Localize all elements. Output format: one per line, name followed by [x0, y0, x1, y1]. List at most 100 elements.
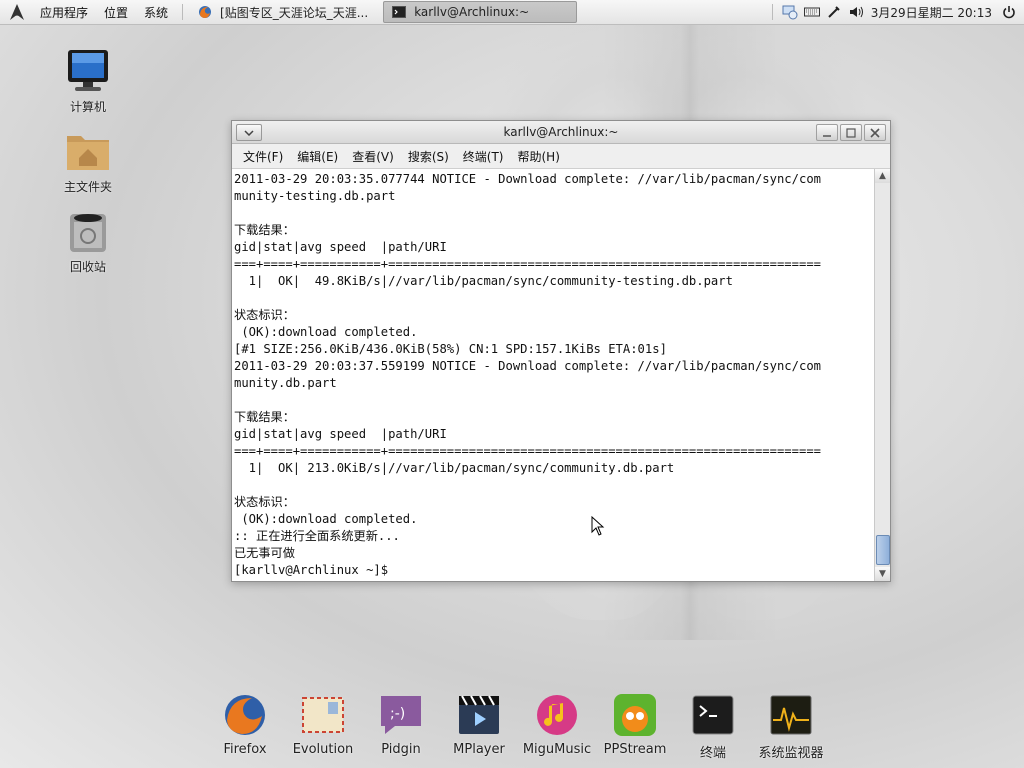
terminal-line: (OK):download completed.: [234, 512, 418, 526]
menu-file[interactable]: 文件(F): [236, 148, 290, 165]
terminal-line: 下载结果：: [234, 223, 295, 237]
minimize-icon: [823, 134, 831, 137]
panel-separator: [771, 4, 773, 20]
terminal-line: 状态标识：: [234, 308, 295, 322]
chevron-down-icon: [244, 129, 254, 136]
system-monitor-icon: [768, 692, 814, 738]
volume-icon[interactable]: [848, 4, 864, 20]
desktop-icon-computer[interactable]: 计算机: [48, 48, 128, 115]
terminal-line: 1| OK| 49.8KiB/s|//var/lib/pacman/sync/c…: [234, 274, 733, 288]
terminal-window[interactable]: karllv@Archlinux:~ 文件(F) 编辑(E) 查看(V) 搜索(…: [231, 120, 891, 582]
taskbar-item-firefox[interactable]: [贴图专区_天涯论坛_天涯...: [189, 1, 377, 23]
terminal-line: 1| OK| 213.0KiB/s|//var/lib/pacman/sync/…: [234, 461, 675, 475]
power-icon[interactable]: [1001, 4, 1017, 20]
dock-item-pidgin[interactable]: ;-) Pidgin: [362, 690, 440, 757]
mouse-cursor-icon: [591, 516, 605, 536]
menu-system[interactable]: 系统: [136, 4, 176, 21]
terminal-icon: [690, 692, 736, 738]
terminal-line: [karllv@Archlinux ~]$: [234, 563, 389, 577]
taskbar-item-terminal[interactable]: karllv@Archlinux:~: [383, 1, 578, 23]
terminal-line: :: 正在进行全面系统更新...: [234, 529, 400, 543]
window-titlebar[interactable]: karllv@Archlinux:~: [232, 121, 890, 144]
maximize-icon: [846, 127, 856, 138]
menu-search[interactable]: 搜索(S): [401, 148, 456, 165]
dock-item-label: Pidgin: [381, 742, 421, 757]
window-title: karllv@Archlinux:~: [503, 125, 619, 139]
dock-item-label: 系统监视器: [758, 746, 824, 761]
top-panel: 应用程序 位置 系统 [贴图专区_天涯论坛_天涯... karllv@Archl…: [0, 0, 1024, 25]
terminal-scrollbar[interactable]: ▲ ▼: [874, 169, 890, 581]
dock-item-ppstream[interactable]: PPStream: [596, 690, 674, 757]
mplayer-icon: [456, 692, 502, 738]
terminal-line: gid|stat|avg speed |path/URI: [234, 427, 447, 441]
close-icon: [870, 127, 880, 138]
dock: Firefox Evolution ;-) Pidgin MPlayer Mig…: [205, 690, 835, 761]
terminal-line: ===+====+===========+===================…: [234, 444, 821, 458]
desktop-icon-label: 回收站: [69, 260, 106, 274]
terminal-icon: [392, 6, 407, 18]
desktop-icon-home[interactable]: 主文件夹: [48, 128, 128, 195]
desktop-icon-trash[interactable]: 回收站: [48, 208, 128, 275]
terminal-menubar: 文件(F) 编辑(E) 查看(V) 搜索(S) 终端(T) 帮助(H): [232, 144, 890, 169]
menu-places[interactable]: 位置: [96, 4, 136, 21]
arch-logo-icon[interactable]: [8, 3, 26, 21]
evolution-icon: [300, 692, 346, 738]
dock-item-system-monitor[interactable]: 系统监视器: [752, 690, 830, 761]
terminal-lines: 2011-03-29 20:03:35.077744 NOTICE - Down…: [232, 169, 874, 579]
terminal-line: 2011-03-29 20:03:37.559199 NOTICE - Down…: [234, 359, 821, 373]
dock-item-mplayer[interactable]: MPlayer: [440, 690, 518, 757]
terminal-output[interactable]: 2011-03-29 20:03:35.077744 NOTICE - Down…: [232, 169, 874, 581]
menu-help[interactable]: 帮助(H): [511, 148, 567, 165]
dock-item-label: Firefox: [223, 742, 267, 757]
minimize-button[interactable]: [816, 124, 838, 141]
network-icon[interactable]: [782, 4, 798, 20]
taskbar-item-label: karllv@Archlinux:~: [414, 5, 530, 19]
terminal-line: gid|stat|avg speed |path/URI: [234, 240, 447, 254]
terminal-line: 2011-03-29 20:03:35.077744 NOTICE - Down…: [234, 172, 821, 186]
desktop-icon-label: 计算机: [69, 100, 106, 114]
menu-terminal[interactable]: 终端(T): [456, 148, 511, 165]
trash-icon: [70, 214, 106, 252]
menu-edit[interactable]: 编辑(E): [290, 148, 345, 165]
terminal-line: [#1 SIZE:256.0KiB/436.0KiB(58%) CN:1 SPD…: [234, 342, 667, 356]
desktop-icon-label: 主文件夹: [63, 180, 112, 194]
close-button[interactable]: [864, 124, 886, 141]
menu-applications[interactable]: 应用程序: [32, 4, 96, 21]
scroll-up-button[interactable]: ▲: [875, 169, 890, 183]
taskbar-item-label: [贴图专区_天涯论坛_天涯...: [220, 5, 369, 20]
keyboard-icon[interactable]: [803, 4, 820, 20]
dock-item-label: MiguMusic: [522, 742, 592, 757]
music-icon: [534, 692, 580, 738]
clock[interactable]: 3月29日星期二 20:13: [871, 4, 992, 21]
menu-view[interactable]: 查看(V): [345, 148, 401, 165]
firefox-icon: [199, 6, 212, 18]
dock-item-firefox[interactable]: Firefox: [206, 690, 284, 757]
scroll-down-button[interactable]: ▼: [875, 567, 890, 581]
dock-item-migumusic[interactable]: MiguMusic: [518, 690, 596, 757]
computer-icon: [68, 50, 108, 91]
dock-item-label: Evolution: [292, 742, 354, 757]
dock-item-label: PPStream: [603, 742, 667, 757]
pidgin-icon: ;-): [378, 692, 424, 738]
window-menu-button[interactable]: [236, 124, 262, 141]
svg-text:;-): ;-): [390, 706, 405, 722]
panel-separator: [182, 4, 184, 20]
terminal-line: 下载结果：: [234, 410, 295, 424]
maximize-button[interactable]: [840, 124, 862, 141]
system-tray: 3月29日星期二 20:13: [766, 0, 1020, 24]
dock-item-evolution[interactable]: Evolution: [284, 690, 362, 757]
window-controls: [814, 124, 886, 141]
terminal-line: ===+====+===========+===================…: [234, 257, 821, 271]
terminal-line: 状态标识：: [234, 495, 295, 509]
firefox-icon: [222, 692, 268, 738]
terminal-line: 已无事可做: [234, 546, 295, 560]
dock-item-terminal[interactable]: 终端: [674, 690, 752, 761]
scrollbar-thumb[interactable]: [876, 535, 890, 565]
home-folder-icon: [67, 136, 109, 170]
terminal-line: (OK):download completed.: [234, 325, 418, 339]
dock-item-label: MPlayer: [453, 742, 505, 757]
bluetooth-icon[interactable]: [826, 4, 842, 20]
